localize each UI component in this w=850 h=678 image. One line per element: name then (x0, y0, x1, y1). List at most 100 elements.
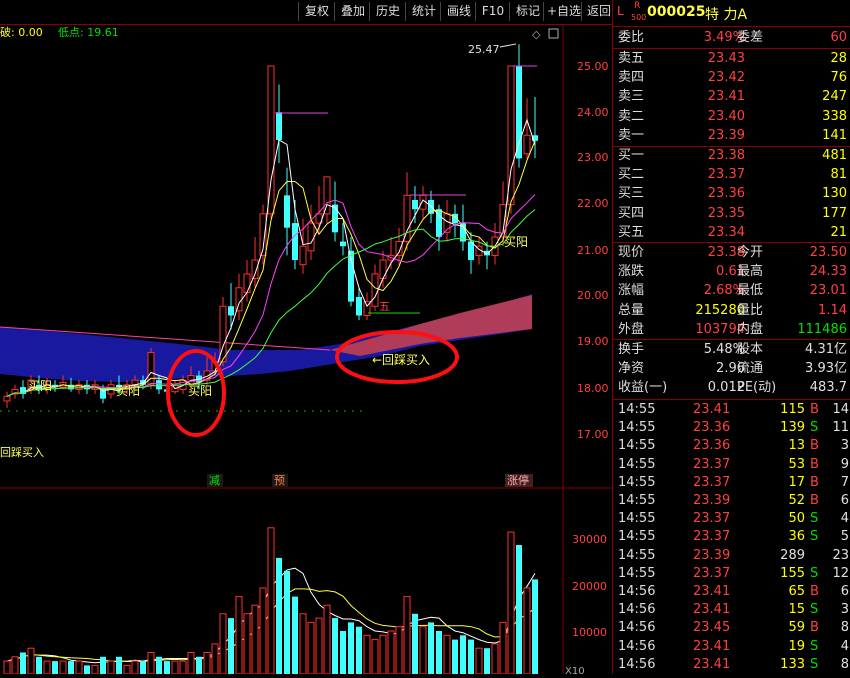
five-label: 五 (379, 300, 390, 313)
tick-volume: 155 (780, 565, 805, 581)
tick-row[interactable]: 14:56 23.45 59 B 8 (613, 619, 850, 637)
volume-bar (179, 660, 187, 675)
stats-value: 24.33 (809, 264, 847, 280)
tick-time: 14:56 (618, 656, 656, 672)
volume-axis: 30000 20000 10000 X10 (565, 533, 607, 677)
volume-bar (523, 587, 531, 675)
kline-chart[interactable]: 破: 0.00 低点: 19.61 ◇ 25.00 24.00 23.00 22… (0, 24, 612, 677)
volume-bar (164, 661, 170, 674)
tick-row[interactable]: 14:55 23.37 17 B 7 (613, 474, 850, 492)
tick-time: 14:55 (618, 474, 656, 490)
sell-volume: 338 (822, 108, 847, 124)
kline-chart-area[interactable]: 破: 0.00 低点: 19.61 ◇ 25.00 24.00 23.00 22… (0, 24, 612, 677)
tick-side: S (810, 638, 819, 654)
tick-row[interactable]: 14:55 23.37 155 S 12 (613, 565, 850, 583)
stats-row: 涨跌 0.61 最高 24.33 (613, 263, 850, 281)
tick-row[interactable]: 14:56 23.41 133 S 8 (613, 656, 850, 674)
tick-count: 4 (840, 511, 849, 527)
sell-price: 23.42 (707, 70, 745, 86)
tick-count: 3 (840, 438, 849, 454)
volume-bar (387, 630, 395, 675)
sell-label: 卖四 (618, 70, 645, 86)
tick-time: 14:55 (618, 420, 656, 436)
tick-price: 23.37 (693, 529, 731, 545)
mark-button[interactable]: 标记 (509, 2, 546, 21)
volume-bar (332, 618, 338, 674)
sell-row: 卖一 23.39 141 (613, 127, 850, 145)
price-tick: 20.00 (577, 289, 609, 302)
diamond-icon[interactable]: ◇ (532, 28, 541, 41)
back-button[interactable]: 返回 (581, 2, 616, 21)
volume-bar (211, 643, 219, 675)
tick-row[interactable]: 14:56 23.41 15 S 3 (613, 601, 850, 619)
tick-side: S (810, 656, 819, 672)
fund-row: 换手 5.48% 股本 4.31亿 (613, 341, 850, 359)
tick-time: 14:55 (618, 511, 656, 527)
volume-bar (123, 664, 131, 675)
fund-label: 收益(一) (618, 380, 668, 396)
tick-time: 14:55 (618, 402, 656, 417)
weibi-row: 委比 3.49% 委差 60 (613, 29, 850, 47)
candle-body (323, 176, 331, 215)
candle-body (267, 65, 275, 215)
candle-body (243, 273, 251, 293)
candle-body (468, 241, 474, 261)
volume-bar (292, 596, 298, 674)
tick-row[interactable]: 14:55 23.37 50 S 4 (613, 510, 850, 528)
tick-row[interactable]: 14:55 23.39 52 B 6 (613, 492, 850, 510)
weicha-value: 60 (830, 30, 847, 45)
stats-value: 1.14 (818, 302, 847, 318)
fund-row: 收益(一) 0.012 PE(动) 483.7 (613, 379, 850, 397)
volume-bar (171, 660, 179, 675)
history-button[interactable]: 历史 (369, 2, 406, 21)
volume-bar (251, 604, 259, 675)
buy-volume: 21 (830, 224, 847, 240)
fuquan-button[interactable]: 复权 (298, 2, 335, 21)
price-tick: 21.00 (577, 244, 609, 257)
volume-bar (412, 613, 418, 674)
tick-row[interactable]: 14:55 23.39 289 23 (613, 547, 850, 565)
buy-volume: 177 (822, 205, 847, 221)
statistics-button[interactable]: 统计 (405, 2, 442, 21)
divider (613, 48, 850, 49)
candle-body (276, 112, 282, 140)
tick-count: 6 (840, 493, 849, 508)
sell-price: 23.43 (707, 51, 745, 66)
tick-side: B (810, 474, 819, 490)
candle-body (379, 259, 387, 280)
buy-label: 买五 (618, 224, 645, 240)
fund-label: 股本 (737, 342, 764, 357)
tick-row[interactable]: 14:55 23.36 139 S 11 (613, 419, 850, 437)
divider (613, 339, 850, 340)
volume-bar (299, 613, 307, 675)
tick-volume: 50 (788, 511, 805, 527)
tick-row[interactable]: 14:55 23.36 13 B 3 (613, 437, 850, 455)
sell-volume: 76 (830, 70, 847, 86)
add-watchlist-button[interactable]: +自选 (543, 2, 584, 21)
volume-tick: 20000 (572, 580, 607, 593)
chart-toolbar: 复权 叠加 历史 统计 画线 F10 标记 +自选 返回 (0, 0, 612, 25)
tick-row[interactable]: 14:55 23.37 36 S 5 (613, 528, 850, 546)
tick-row[interactable]: 14:55 23.41 115 B 14 (613, 401, 850, 419)
volume-bar (91, 664, 99, 675)
overlay-button[interactable]: 叠加 (334, 2, 371, 21)
volume-bar (36, 656, 42, 674)
buy-row: 买五 23.34 21 (613, 224, 850, 242)
tick-row[interactable]: 14:55 23.37 53 B 9 (613, 456, 850, 474)
tick-price: 23.45 (693, 620, 731, 636)
divider (613, 26, 850, 27)
volume-bar (267, 527, 275, 675)
stats-label: 内盘 (737, 321, 764, 337)
candle-body (235, 287, 243, 312)
sell-label: 卖五 (618, 51, 645, 66)
tick-time: 14:55 (618, 493, 656, 508)
volume-bars (3, 527, 538, 675)
volume-bar (59, 660, 67, 675)
tick-row[interactable]: 14:56 23.41 65 B 6 (613, 583, 850, 601)
f10-button[interactable]: F10 (475, 2, 510, 21)
draw-line-button[interactable]: 画线 (440, 2, 477, 21)
tick-count: 11 (832, 420, 849, 436)
tick-row[interactable]: 14:56 23.41 19 S 4 (613, 638, 850, 656)
window-toggle-icon[interactable] (548, 28, 559, 39)
buy-volume: 81 (830, 167, 847, 183)
